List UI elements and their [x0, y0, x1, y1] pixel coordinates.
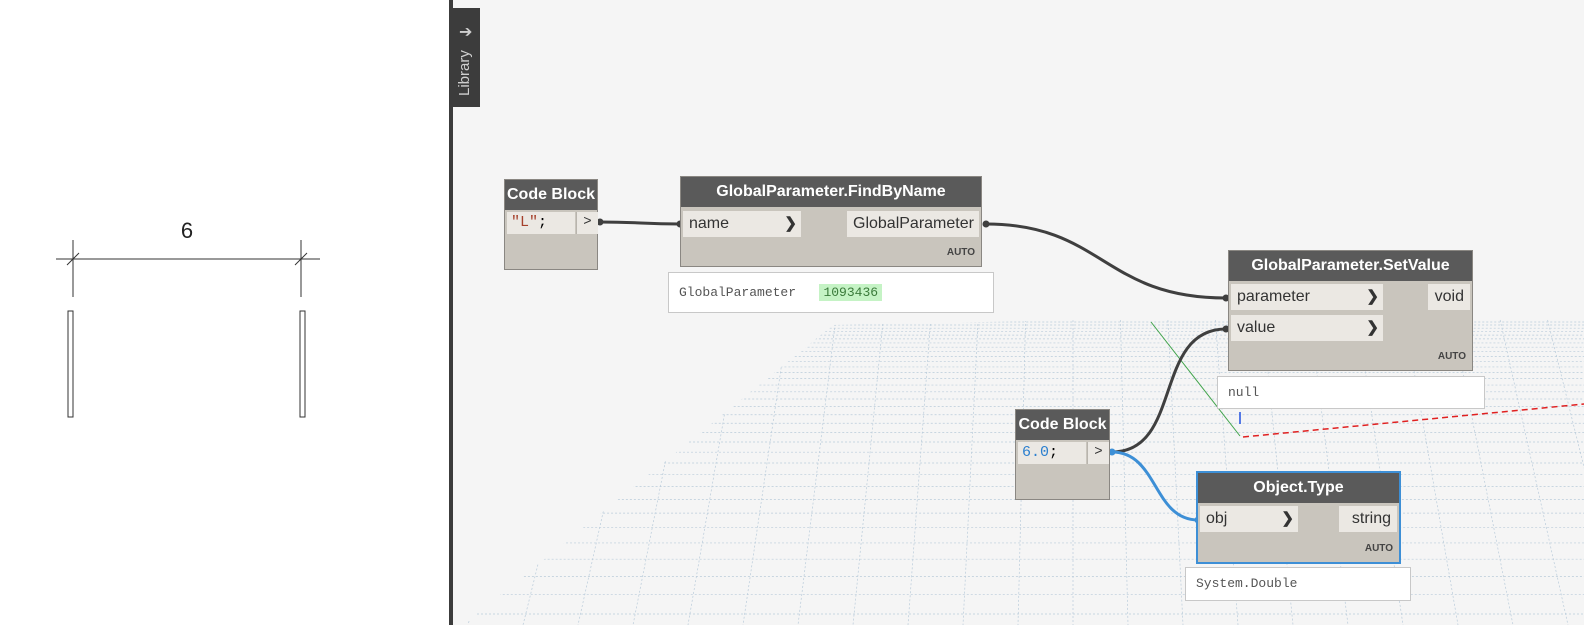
library-label: Library: [456, 50, 473, 96]
output-port-string[interactable]: string: [1339, 506, 1397, 532]
node-title: Code Block: [1016, 410, 1109, 440]
findbyname-node[interactable]: GlobalParameter.FindByName name ❯ Global…: [680, 176, 982, 267]
findbyname-preview: GlobalParameter 1093436: [668, 272, 994, 313]
objecttype-preview: System.Double: [1185, 567, 1411, 601]
node-title: Code Block: [505, 180, 597, 210]
output-port[interactable]: >: [1087, 442, 1109, 464]
chevron-right-icon: ❯: [1281, 510, 1294, 527]
code-input[interactable]: "L";: [507, 212, 575, 234]
port-label: value: [1237, 319, 1276, 336]
input-port-value[interactable]: value ❯: [1231, 315, 1383, 341]
input-port-name[interactable]: name ❯: [683, 211, 801, 237]
node-title: GlobalParameter.SetValue: [1229, 251, 1472, 281]
chevron-right-icon: ❯: [784, 215, 797, 232]
wall-left[interactable]: [67, 310, 74, 418]
arrow-right-icon: ➔: [459, 24, 473, 41]
code-block-node-1[interactable]: Code Block "L"; >: [504, 179, 598, 270]
code-block-node-2[interactable]: Code Block 6.0; >: [1015, 409, 1110, 500]
setvalue-node[interactable]: GlobalParameter.SetValue parameter ❯ val…: [1228, 250, 1473, 371]
chevron-right-icon: ❯: [1366, 288, 1379, 305]
library-tab[interactable]: ➔ Library: [453, 8, 480, 107]
input-port-obj[interactable]: obj ❯: [1200, 506, 1298, 532]
node-title: Object.Type: [1198, 473, 1399, 503]
port-label: obj: [1206, 510, 1228, 527]
output-port-globalparameter[interactable]: GlobalParameter: [847, 211, 979, 237]
input-port-parameter[interactable]: parameter ❯: [1231, 284, 1383, 310]
node-title: GlobalParameter.FindByName: [681, 177, 981, 207]
output-port[interactable]: >: [576, 212, 598, 234]
setvalue-preview: null: [1217, 376, 1485, 409]
wall-right[interactable]: [299, 310, 306, 418]
lacing-label[interactable]: AUTO: [947, 247, 975, 258]
port-label: name: [689, 215, 730, 232]
code-input[interactable]: 6.0;: [1018, 442, 1086, 464]
lacing-label[interactable]: AUTO: [1365, 543, 1393, 554]
preview-value: 1093436: [819, 284, 883, 301]
output-port-void[interactable]: void: [1428, 284, 1470, 310]
revit-drawing-view[interactable]: 6: [0, 0, 449, 625]
lacing-label[interactable]: AUTO: [1438, 351, 1466, 362]
revit-drawing-canvas: [56, 240, 320, 418]
dynamo-canvas[interactable]: ➔ Library Code Block "L"; > GlobalParame…: [453, 0, 1584, 625]
port-label: parameter: [1237, 288, 1310, 305]
dimension-label[interactable]: 6: [176, 218, 198, 244]
objecttype-node[interactable]: Object.Type obj ❯ string AUTO: [1196, 471, 1401, 564]
preview-type: GlobalParameter: [679, 285, 797, 300]
chevron-right-icon: ❯: [1366, 319, 1379, 336]
